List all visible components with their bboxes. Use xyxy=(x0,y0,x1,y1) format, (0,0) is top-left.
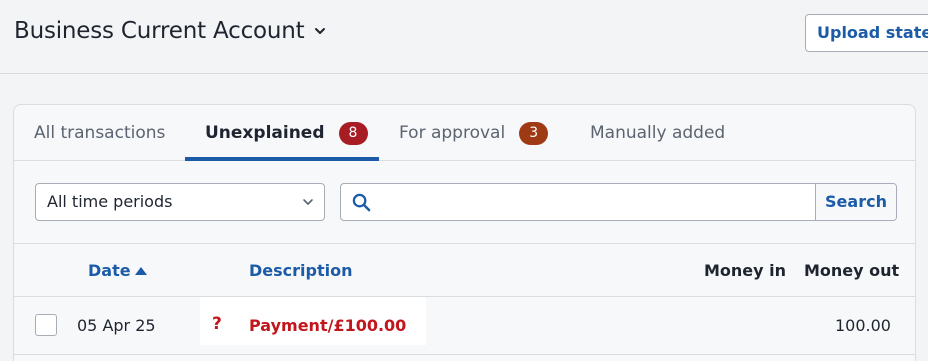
page-header: Business Current Account Upload statemen… xyxy=(0,0,928,74)
date-column-header[interactable]: Date xyxy=(88,244,147,298)
search-button[interactable]: Search xyxy=(815,184,896,220)
row-date: 05 Apr 25 xyxy=(77,316,156,335)
count-badge: 3 xyxy=(519,121,549,145)
row-description-link[interactable]: Payment/£100.00 xyxy=(249,297,406,354)
money-in-column-header: Money in xyxy=(704,261,787,280)
table-row[interactable]: 05 Apr 25 ? Payment/£100.00 100.00 xyxy=(14,297,915,354)
tab-for-approval[interactable]: For approval 3 xyxy=(399,105,549,161)
transactions-panel: All transactions Unexplained 8 For appro… xyxy=(13,104,916,361)
chevron-down-icon xyxy=(303,199,313,205)
search-icon xyxy=(352,193,371,212)
tab-bar: All transactions Unexplained 8 For appro… xyxy=(14,105,915,161)
table-header: Date Description Money in Money out xyxy=(14,243,915,297)
row-divider xyxy=(14,354,915,355)
search-box: Search xyxy=(340,183,897,221)
page-title: Business Current Account xyxy=(14,18,305,44)
tab-all-transactions[interactable]: All transactions xyxy=(34,105,165,161)
time-period-select[interactable]: All time periods xyxy=(35,183,325,221)
search-input[interactable] xyxy=(381,184,815,220)
time-period-value: All time periods xyxy=(47,192,173,211)
tab-manually-added[interactable]: Manually added xyxy=(590,105,725,161)
account-switcher[interactable]: Business Current Account xyxy=(14,18,327,44)
tab-label: Manually added xyxy=(590,123,726,143)
row-money-out: 100.00 xyxy=(835,316,891,335)
sort-ascending-icon xyxy=(134,267,147,275)
chevron-down-icon xyxy=(314,28,325,34)
date-column-label: Date xyxy=(88,261,131,280)
description-column-header[interactable]: Description xyxy=(249,244,352,298)
upload-statement-button[interactable]: Upload statement xyxy=(805,14,928,52)
question-icon: ? xyxy=(212,314,222,334)
count-badge: 8 xyxy=(338,121,368,145)
tab-unexplained[interactable]: Unexplained 8 xyxy=(205,105,368,161)
active-tab-indicator xyxy=(185,157,379,161)
tab-label: Unexplained xyxy=(205,123,325,143)
money-out-column-header: Money out xyxy=(804,261,900,280)
tab-label: All transactions xyxy=(34,123,166,143)
tab-label: For approval xyxy=(399,123,506,143)
row-select-checkbox[interactable] xyxy=(35,314,57,336)
page: Business Current Account Upload statemen… xyxy=(0,0,928,361)
